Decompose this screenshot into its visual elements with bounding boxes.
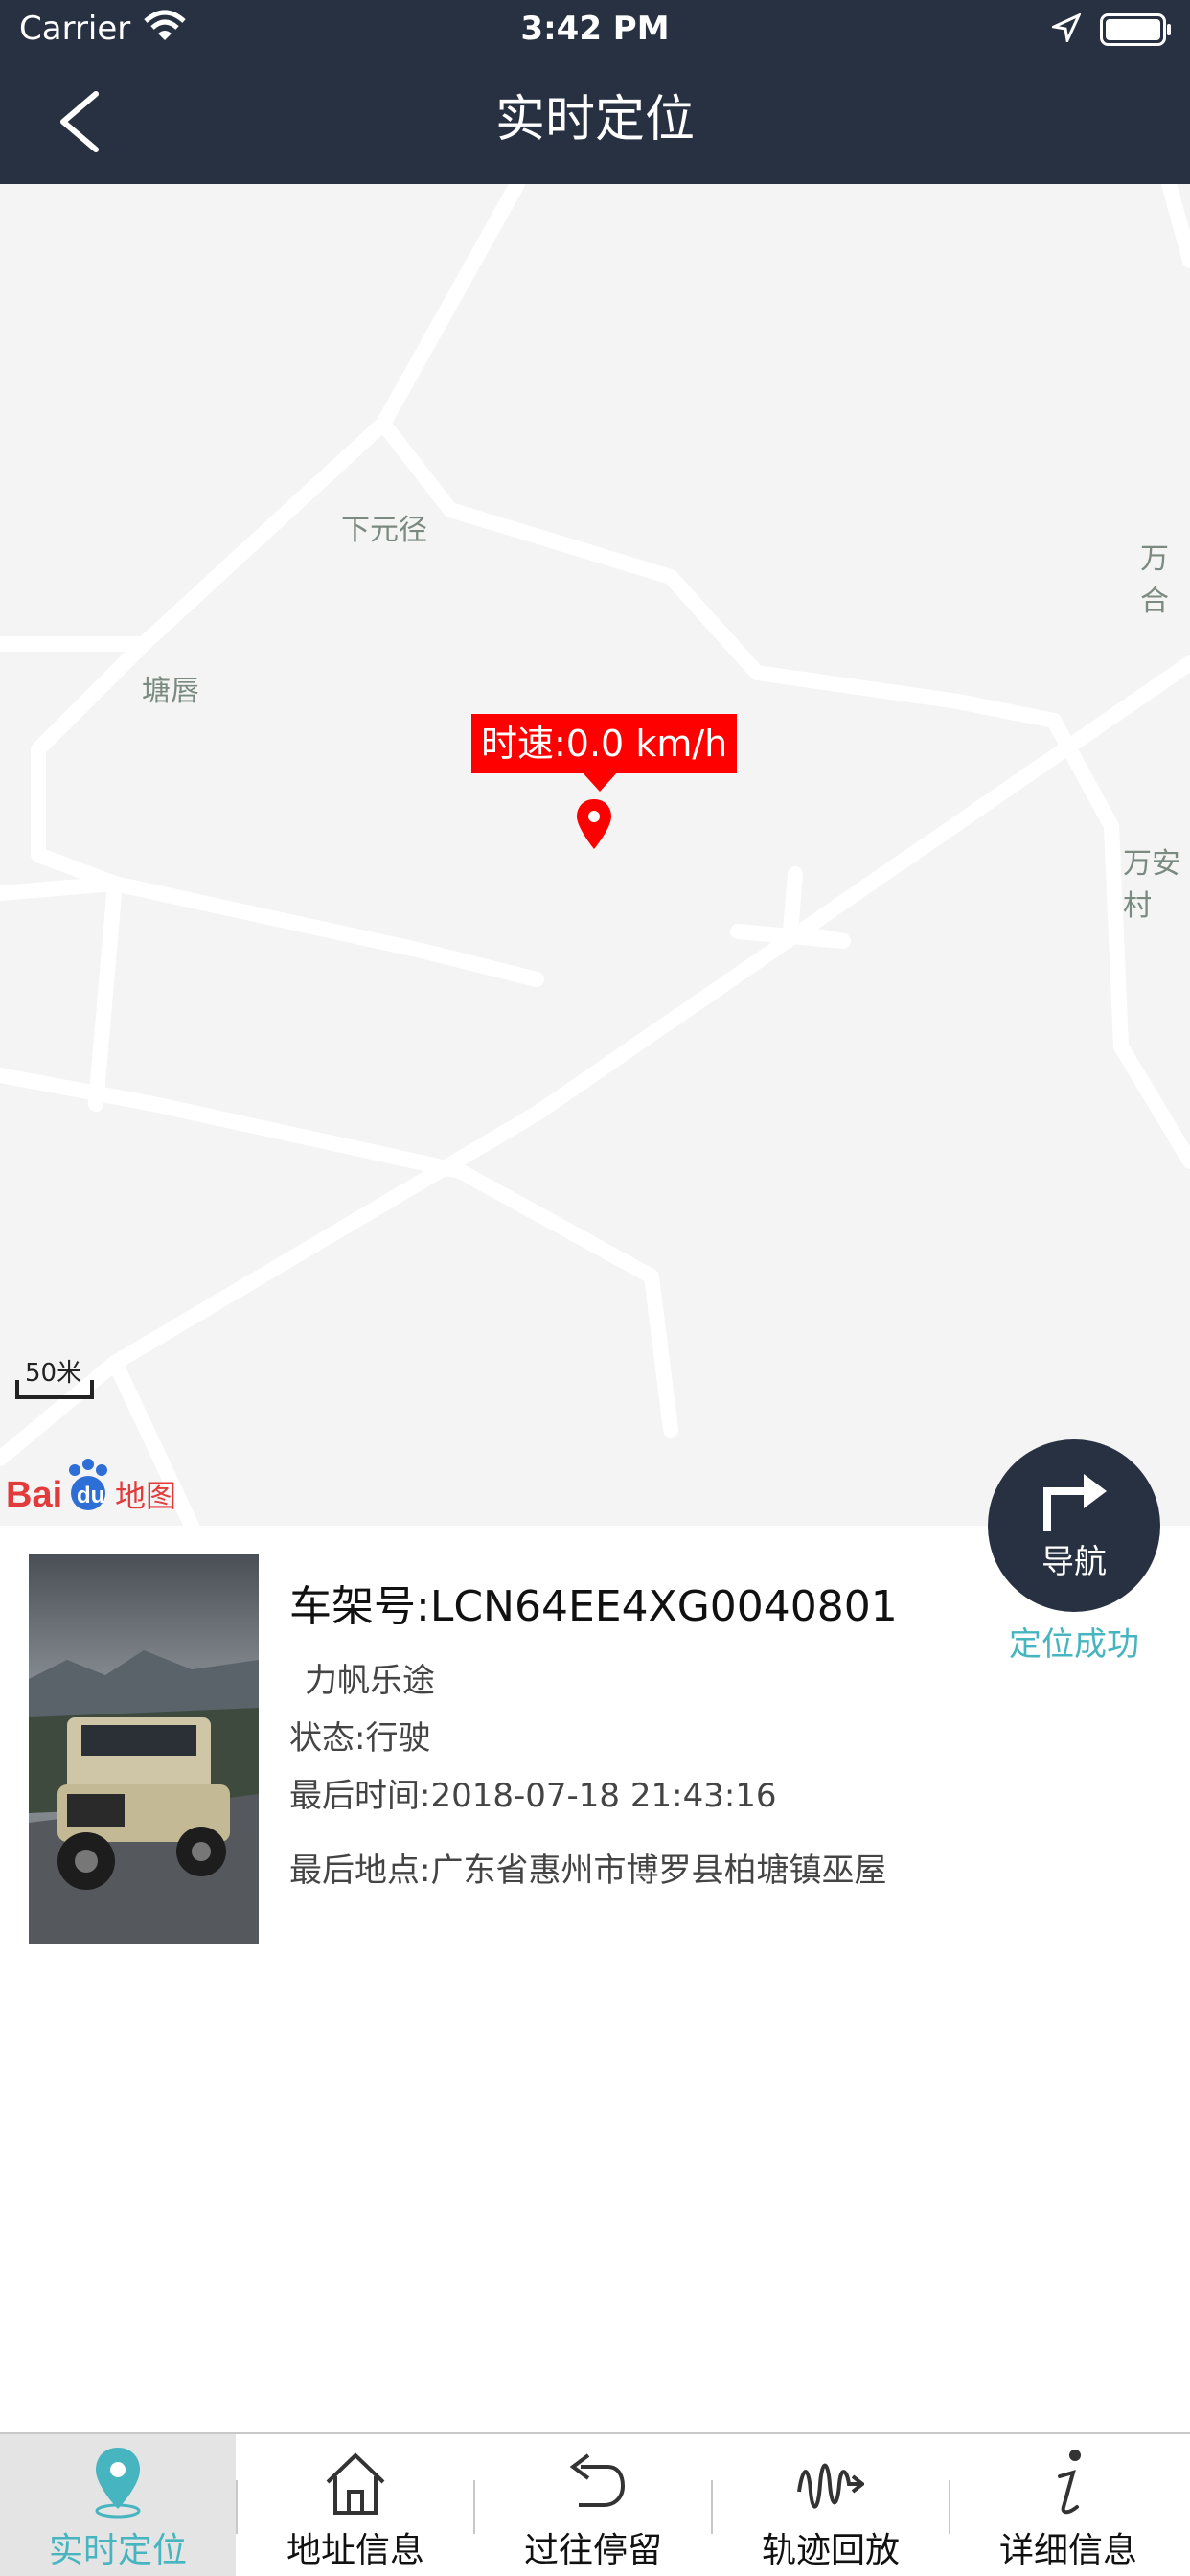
navigate-button-label: 导航 xyxy=(1041,1543,1107,1581)
page-title: 实时定位 xyxy=(494,91,695,149)
turn-right-arrow-icon xyxy=(1043,1474,1107,1531)
navigate-button[interactable]: 导航 xyxy=(988,1439,1160,1612)
tab-label: 实时定位 xyxy=(48,2531,187,2570)
vehicle-state: 状态:行驶 xyxy=(289,1719,431,1758)
battery-icon xyxy=(1100,13,1171,46)
tab-label: 过往停留 xyxy=(523,2531,662,2570)
status-bar: Carrier 3:42 PM xyxy=(0,0,1190,59)
tab-detail-info[interactable]: 详细信息 xyxy=(950,2434,1186,2576)
speed-label: 时速:0.0 km/h xyxy=(471,714,738,773)
vehicle-last-time: 最后时间:2018-07-18 21:43:16 xyxy=(289,1777,777,1815)
tab-label: 地址信息 xyxy=(286,2531,424,2570)
undo-arrow-icon xyxy=(569,2453,626,2507)
baidu-map-logo: Bai du 地图 xyxy=(6,1459,176,1515)
place-label: 塘唇 xyxy=(142,675,199,708)
tab-past-stops[interactable]: 过往停留 xyxy=(475,2434,711,2576)
tab-label: 轨迹回放 xyxy=(761,2531,900,2570)
info-icon xyxy=(1058,2450,1081,2515)
tab-bar: 实时定位 地址信息 过往停留 轨迹回放 详细信息 xyxy=(0,2432,1190,2576)
map-scale-bar xyxy=(15,1380,94,1399)
track-replay-icon xyxy=(797,2463,864,2509)
svg-text:Bai: Bai xyxy=(6,1475,62,1515)
tab-realtime-location[interactable]: 实时定位 xyxy=(0,2434,236,2576)
vehicle-photo xyxy=(29,1554,259,1944)
vehicle-model: 力帆乐途 xyxy=(305,1662,435,1700)
vehicle-location-pin-icon[interactable] xyxy=(575,797,613,851)
location-pin-icon xyxy=(95,2448,141,2518)
clock: 3:42 PM xyxy=(520,10,670,48)
place-label: 下元径 xyxy=(341,514,427,547)
tab-track-replay[interactable]: 轨迹回放 xyxy=(713,2434,949,2576)
vehicle-frame-number: 车架号:LCN64EE4XG0040801 xyxy=(289,1582,898,1631)
location-arrow-icon xyxy=(1052,13,1081,42)
tab-label: 详细信息 xyxy=(998,2531,1137,2570)
location-status: 定位成功 xyxy=(1009,1625,1139,1664)
place-label: 万合 xyxy=(1140,542,1169,618)
vehicle-last-place: 最后地点:广东省惠州市博罗县柏塘镇巫屋 xyxy=(289,1852,887,1890)
svg-text:du: du xyxy=(77,1483,104,1508)
map-view[interactable]: 下元径 塘唇 万合 万安村 时速:0.0 km/h 50米 Bai du 地图 xyxy=(0,184,1190,1526)
speed-label-pointer xyxy=(581,770,619,792)
place-label: 万安村 xyxy=(1123,847,1180,923)
home-icon xyxy=(326,2452,385,2515)
map-roads xyxy=(0,184,1190,1526)
top-bar: Carrier 3:42 PM 实时定位 xyxy=(0,0,1190,184)
svg-text:地图: 地图 xyxy=(115,1478,176,1514)
tab-address-info[interactable]: 地址信息 xyxy=(238,2434,473,2576)
